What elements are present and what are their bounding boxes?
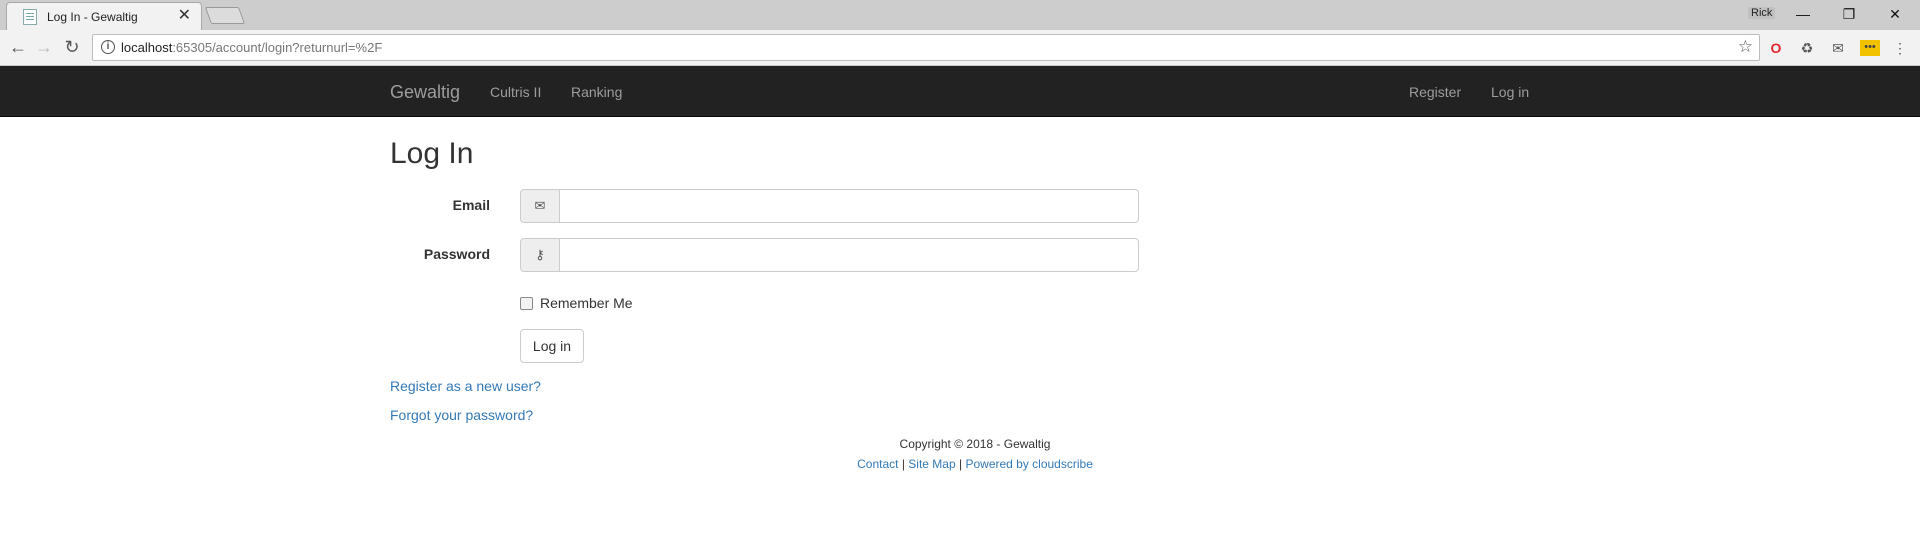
forgot-password-link[interactable]: Forgot your password? (390, 407, 533, 423)
password-field[interactable] (559, 238, 1139, 272)
email-input-group: ✉ (520, 189, 1139, 223)
remember-me-checkbox[interactable] (520, 297, 533, 310)
password-input-group: ⚷ (520, 238, 1139, 272)
browser-toolbar: ← → ↻ i localhost:65305/account/login?re… (0, 30, 1920, 66)
footer-powered-link[interactable]: Powered by cloudscribe (965, 457, 1092, 471)
footer-separator: | (901, 457, 905, 471)
email-label: Email (452, 197, 490, 213)
footer-separator: | (959, 457, 963, 471)
bookmark-star-icon[interactable]: ☆ (1738, 37, 1753, 57)
forward-arrow-icon[interactable]: → (32, 36, 56, 60)
key-icon: ⚷ (520, 238, 560, 272)
footer-links: Contact | Site Map | Powered by cloudscr… (0, 457, 1920, 471)
navbar-brand[interactable]: Gewaltig (390, 82, 460, 103)
password-label: Password (423, 246, 490, 262)
browser-tabstrip: Log In - Gewaltig ✕ Rick — ❐ ✕ (0, 0, 1920, 30)
back-arrow-icon[interactable]: ← (6, 36, 30, 60)
new-tab-button[interactable] (204, 7, 246, 24)
nav-link-ranking[interactable]: Ranking (571, 84, 622, 100)
envelope-icon: ✉ (520, 189, 560, 223)
page-favicon-icon (23, 9, 37, 25)
opera-extension-icon[interactable]: O (1766, 38, 1786, 58)
tab-title: Log In - Gewaltig (47, 10, 138, 24)
window-close-icon[interactable]: ✕ (1872, 2, 1918, 26)
page-title: Log In (390, 137, 474, 170)
restore-icon[interactable]: ❐ (1826, 2, 1872, 26)
email-field[interactable] (559, 189, 1139, 223)
recycle-extension-icon[interactable]: ♻ (1797, 38, 1817, 58)
site-navbar: Gewaltig Cultris II Ranking Register Log… (0, 66, 1920, 117)
reload-icon[interactable]: ↻ (60, 36, 84, 60)
browser-menu-icon[interactable]: ⋮ (1890, 38, 1910, 58)
footer-contact-link[interactable]: Contact (857, 457, 898, 471)
tab-close-icon[interactable]: ✕ (178, 7, 191, 25)
mail-extension-icon[interactable]: ✉ (1828, 38, 1848, 58)
browser-tab[interactable]: Log In - Gewaltig ✕ (6, 2, 202, 30)
notes-extension-icon[interactable]: ••• (1860, 40, 1880, 56)
minimize-icon[interactable]: — (1780, 2, 1826, 26)
profile-name[interactable]: Rick (1748, 7, 1776, 19)
login-submit-button[interactable]: Log in (520, 329, 584, 363)
footer-sitemap-link[interactable]: Site Map (908, 457, 955, 471)
register-new-user-link[interactable]: Register as a new user? (390, 378, 541, 394)
address-bar[interactable]: i localhost:65305/account/login?returnur… (92, 34, 1760, 61)
nav-link-register[interactable]: Register (1409, 84, 1461, 100)
remember-me-label[interactable]: Remember Me (540, 295, 633, 311)
nav-link-cultris[interactable]: Cultris II (490, 84, 541, 100)
footer-copyright: Copyright © 2018 - Gewaltig (899, 437, 1051, 451)
nav-link-login[interactable]: Log in (1491, 84, 1529, 100)
url-text: localhost:65305/account/login?returnurl=… (121, 40, 383, 55)
info-icon[interactable]: i (101, 40, 115, 54)
